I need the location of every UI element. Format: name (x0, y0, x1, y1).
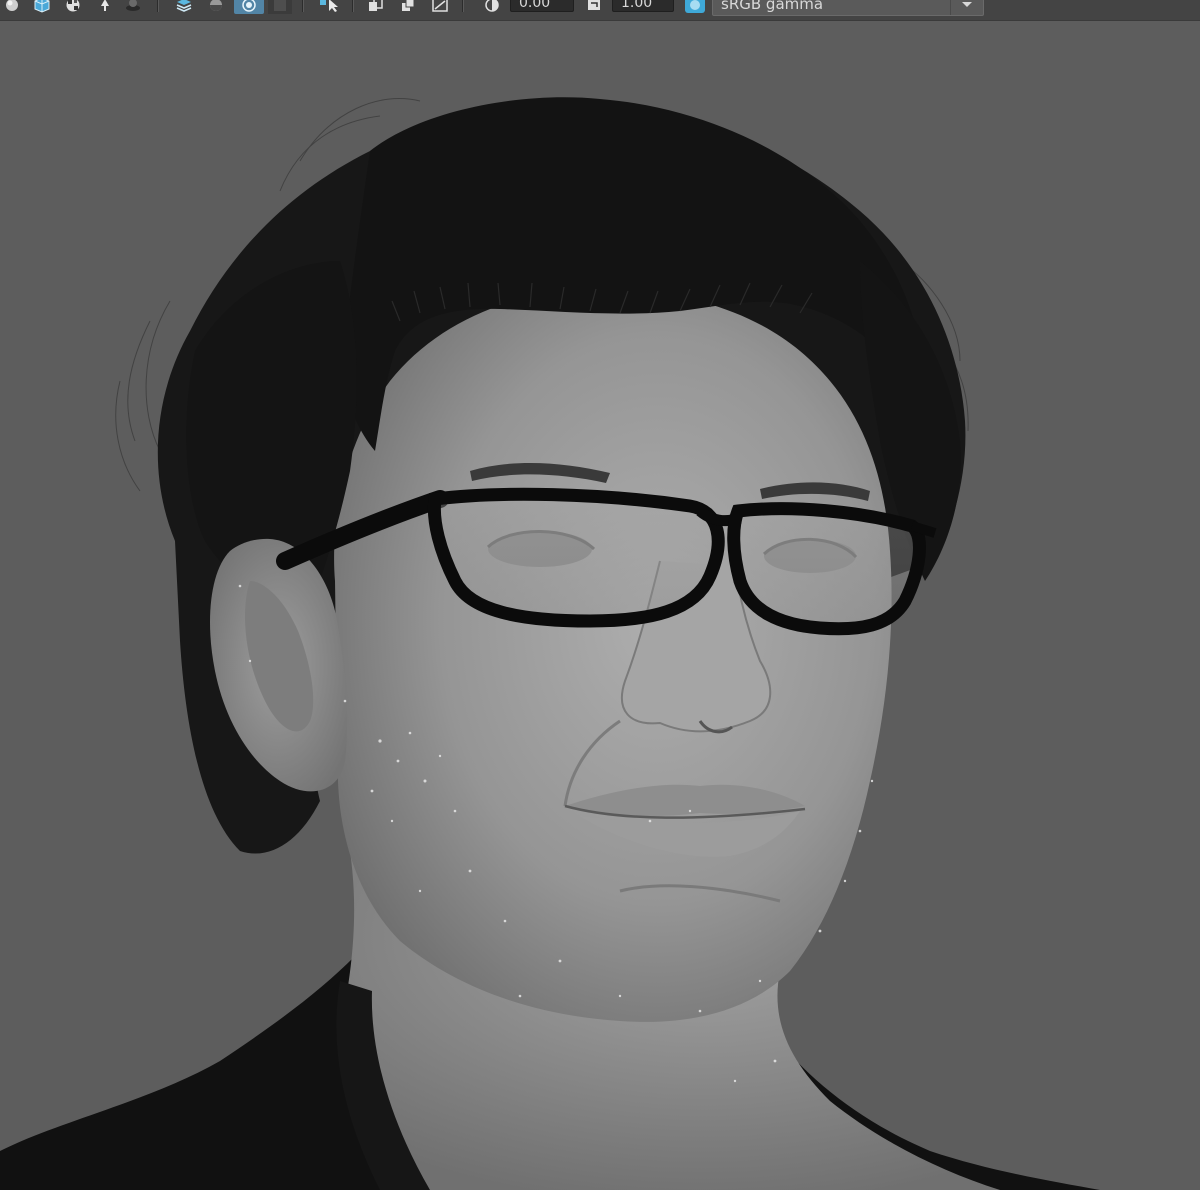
face (334, 289, 892, 1022)
toolbar-separator (352, 0, 354, 12)
shadow-icon[interactable] (122, 0, 144, 14)
layers-icon[interactable] (172, 0, 196, 14)
resolution-gate-icon[interactable] (428, 0, 452, 14)
chevron-down-icon[interactable] (950, 0, 983, 15)
textured-cube-icon[interactable] (30, 0, 54, 14)
render-viewport[interactable] (0, 21, 1200, 1190)
exposure-icon[interactable] (480, 0, 504, 14)
color-space-dropdown[interactable]: sRGB gamma (712, 0, 984, 16)
gamma-field[interactable]: 1.00 (612, 0, 674, 12)
gamma-icon[interactable] (582, 0, 606, 14)
glasses-lens-right (727, 502, 926, 636)
viewport-toolbar: 0.00 1.00 sRGB gamma (0, 0, 1200, 21)
toolbar-separator (157, 0, 159, 12)
motion-blur-icon[interactable] (234, 0, 264, 14)
gate-icon[interactable] (268, 0, 292, 14)
checker-icon[interactable] (62, 0, 84, 14)
render-image (0, 21, 1200, 1190)
color-management-icon[interactable] (680, 0, 710, 14)
glasses-lens-left (427, 487, 725, 628)
glasses-right-arm (910, 521, 937, 538)
toolbar-separator (302, 0, 304, 12)
ambient-occlusion-icon[interactable] (204, 0, 228, 14)
maya-viewport-window: 0.00 1.00 sRGB gamma (0, 0, 1200, 1190)
exposure-field[interactable]: 0.00 (510, 0, 574, 12)
color-space-label: sRGB gamma (721, 0, 824, 13)
isolate-icon[interactable] (364, 0, 388, 14)
xray-icon[interactable] (396, 0, 420, 14)
shading-icon[interactable] (2, 0, 22, 14)
light-icon[interactable] (94, 0, 116, 14)
toolbar-separator (462, 0, 464, 12)
select-cursor-icon[interactable] (316, 0, 344, 14)
